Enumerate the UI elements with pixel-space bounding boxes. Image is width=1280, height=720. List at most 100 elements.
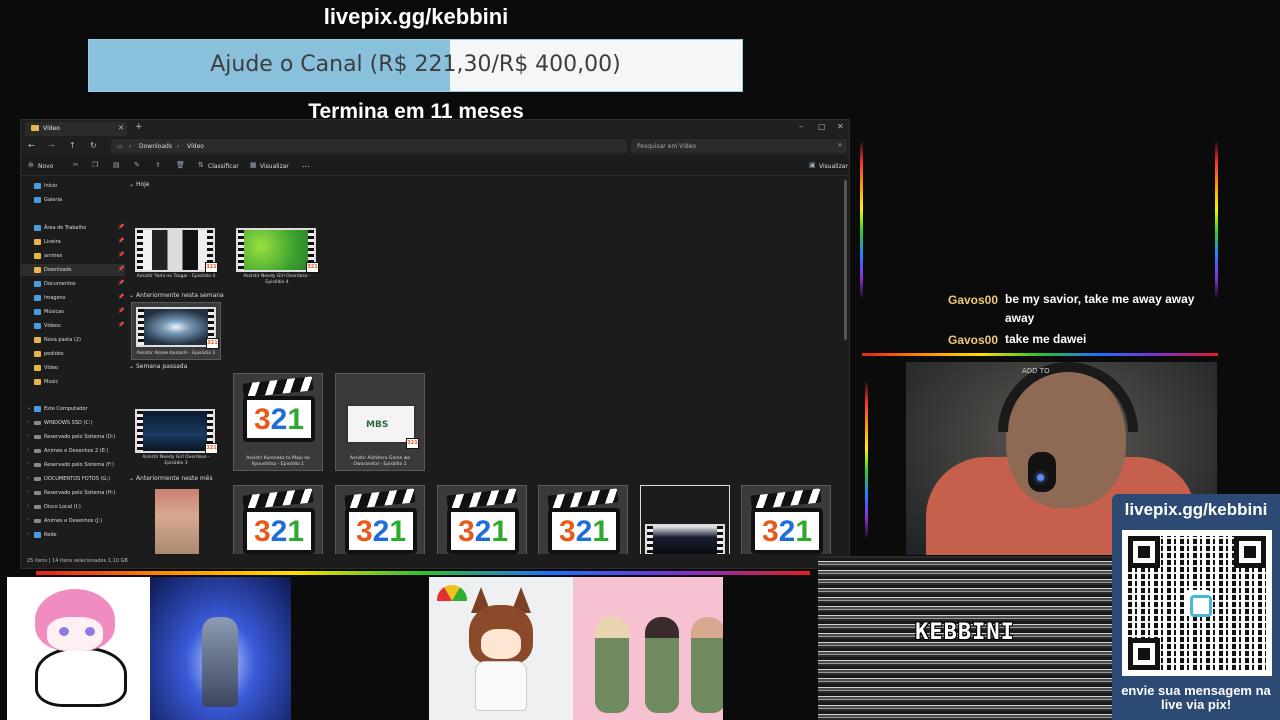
- close-window-icon[interactable]: ✕: [837, 122, 844, 131]
- file-tile[interactable]: 321: [335, 485, 425, 556]
- sidebar-item[interactable]: Music: [21, 376, 125, 388]
- expand-chevron-icon[interactable]: ›: [27, 489, 29, 495]
- mpc-digits: 321: [761, 515, 813, 548]
- silhouette-figure: [202, 617, 238, 707]
- sidebar-item[interactable]: Liveira 📌: [21, 236, 125, 248]
- sidebar-item[interactable]: Vídeos 📌: [21, 320, 125, 332]
- refresh-icon[interactable]: ↻: [90, 141, 97, 150]
- group-header-label: Hoje: [135, 181, 150, 188]
- sidebar-item[interactable]: Área de Trabalho 📌: [21, 222, 125, 234]
- sidebar-item[interactable]: › Disco Local (I:): [21, 501, 125, 513]
- sidebar-item[interactable]: › WINDOWS SSD (C:): [21, 417, 125, 429]
- clapper-body: 321: [243, 396, 315, 442]
- address-box[interactable]: ▭ › Downloads › Vídeo: [111, 139, 627, 153]
- chat-username: Gavos00: [948, 333, 999, 347]
- file-tile[interactable]: 321: [741, 485, 831, 556]
- file-tile[interactable]: 321 Assistir Akane-banashi - Episódio 1: [131, 302, 221, 360]
- new-button[interactable]: Novo: [38, 163, 53, 170]
- sidebar-item-label: WINDOWS SSD (C:): [44, 420, 93, 426]
- pictures-icon: [34, 295, 41, 301]
- sidebar-item[interactable]: › Reservado pelo Sistema (H:): [21, 487, 125, 499]
- sort-button[interactable]: Classificar: [208, 163, 239, 170]
- paste-icon[interactable]: ▤: [113, 161, 120, 169]
- sidebar-item[interactable]: › DOCUMENTOS FOTOS (G:): [21, 473, 125, 485]
- sidebar-item[interactable]: Nova pasta (2): [21, 334, 125, 346]
- expand-chevron-icon[interactable]: ›: [27, 503, 29, 509]
- details-pane-button[interactable]: Visualizar: [819, 163, 848, 170]
- expand-chevron-icon[interactable]: ›: [27, 419, 29, 425]
- tab-video[interactable]: Vídeo ✕: [25, 122, 127, 136]
- expand-chevron-icon[interactable]: ⌄: [27, 405, 31, 411]
- sidebar-item[interactable]: Galeria: [21, 194, 125, 206]
- rename-icon[interactable]: ✎: [134, 161, 140, 169]
- file-tile[interactable]: [640, 485, 730, 556]
- expand-chevron-icon[interactable]: ›: [27, 531, 29, 537]
- back-icon[interactable]: ←: [28, 141, 35, 150]
- rainbow-border: [865, 380, 868, 540]
- group-header-today[interactable]: ⌄ Hoje: [129, 181, 149, 188]
- qr-finder: [1128, 536, 1160, 568]
- share-icon[interactable]: ⇪: [155, 161, 161, 169]
- sidebar-item-label: Animes e Desenhos (J:): [44, 518, 103, 524]
- sidebar-item[interactable]: › Animes e Desenhos 2 (E:): [21, 445, 125, 457]
- breadcrumb-video[interactable]: Vídeo: [187, 143, 204, 150]
- maximize-icon[interactable]: ▢: [818, 122, 826, 131]
- copy-icon[interactable]: ❐: [92, 161, 98, 169]
- file-explorer-window: Vídeo ✕ + – ▢ ✕ ← → ↑ ↻ ▭ › Downloads › …: [20, 119, 850, 569]
- sidebar-item-label: Músicas: [44, 309, 64, 315]
- close-tab-icon[interactable]: ✕: [118, 124, 124, 132]
- view-button[interactable]: Visualizar: [260, 163, 289, 170]
- expand-chevron-icon[interactable]: ›: [27, 433, 29, 439]
- file-name: Assistir Akane-banashi - Episódio 1: [136, 351, 216, 356]
- sidebar-item[interactable]: Músicas 📌: [21, 306, 125, 318]
- file-tile[interactable]: 321: [437, 485, 527, 556]
- up-icon[interactable]: ↑: [69, 141, 76, 150]
- vertical-scrollbar[interactable]: [844, 180, 847, 340]
- sidebar-item[interactable]: Downloads 📌: [21, 264, 125, 276]
- file-tile[interactable]: 321: [538, 485, 628, 556]
- breadcrumb-downloads[interactable]: Downloads: [139, 143, 172, 150]
- file-tile[interactable]: [131, 485, 221, 556]
- mpc-icon: 321: [205, 262, 218, 273]
- search-input[interactable]: Pesquisar em Vídeo ⌕: [631, 139, 847, 153]
- sidebar-item[interactable]: Imagens 📌: [21, 292, 125, 304]
- expand-chevron-icon[interactable]: ›: [27, 475, 29, 481]
- folder-icon: [34, 239, 41, 245]
- file-tile[interactable]: 321: [233, 485, 323, 556]
- qr-code[interactable]: [1122, 530, 1272, 676]
- more-options-button[interactable]: ...: [302, 160, 310, 169]
- group-header-earlier-month[interactable]: ⌄ Anteriormente neste mês: [129, 475, 213, 482]
- sidebar-item[interactable]: pedidos: [21, 348, 125, 360]
- chat-message: be my savior, take me away away away: [1005, 292, 1195, 325]
- sidebar-item[interactable]: › Reservado pelo Sistema (D:): [21, 431, 125, 443]
- cut-icon[interactable]: ✂: [73, 161, 79, 169]
- sidebar-item[interactable]: ⌄ Este Computador: [21, 403, 125, 415]
- search-icon: ⌕: [838, 141, 842, 149]
- group-header-last-week[interactable]: ⌄ Semana passada: [129, 363, 187, 370]
- sidebar-item[interactable]: › Rede: [21, 529, 125, 541]
- expand-chevron-icon[interactable]: ›: [27, 447, 29, 453]
- file-tile[interactable]: MBS 321 Assistir Aishiteru Game wo Owara…: [335, 373, 425, 471]
- file-tile[interactable]: 321 Assistir Kuroneko to Majo no Kyoushi…: [233, 373, 323, 471]
- chat-message: take me dawei: [1005, 332, 1087, 346]
- forward-icon[interactable]: →: [48, 141, 55, 150]
- minimize-icon[interactable]: –: [799, 122, 803, 131]
- expand-chevron-icon[interactable]: ›: [27, 517, 29, 523]
- sort-icon: ⇅: [198, 161, 204, 169]
- command-bar: ⊕ Novo ✂ ❐ ▤ ✎ ⇪ 🗑 ⇅ Classificar ▦ Visua…: [21, 156, 849, 176]
- headset-icon: [998, 362, 1138, 432]
- file-name: Assistir Needy Girl Overdose - Episódio …: [243, 274, 311, 285]
- new-tab-icon[interactable]: +: [135, 122, 143, 132]
- sidebar-item[interactable]: Início: [21, 180, 125, 192]
- sidebar-item[interactable]: › Animes e Desenhos (J:): [21, 515, 125, 527]
- sidebar-item[interactable]: animes 📌: [21, 250, 125, 262]
- group-header-earlier-week[interactable]: ⌄ Anteriormente nesta semana: [129, 292, 224, 299]
- file-tile[interactable]: 321 Assistir Needy Girl Overdose - Episó…: [232, 224, 322, 322]
- sidebar-item[interactable]: Vídeo: [21, 362, 125, 374]
- delete-icon[interactable]: 🗑: [176, 161, 185, 169]
- sidebar-item[interactable]: › Reservado pelo Sistema (F:): [21, 459, 125, 471]
- expand-chevron-icon[interactable]: ›: [27, 461, 29, 467]
- sidebar-item-label: Vídeos: [44, 323, 61, 329]
- documents-icon: [34, 281, 41, 287]
- sidebar-item[interactable]: Documentos 📌: [21, 278, 125, 290]
